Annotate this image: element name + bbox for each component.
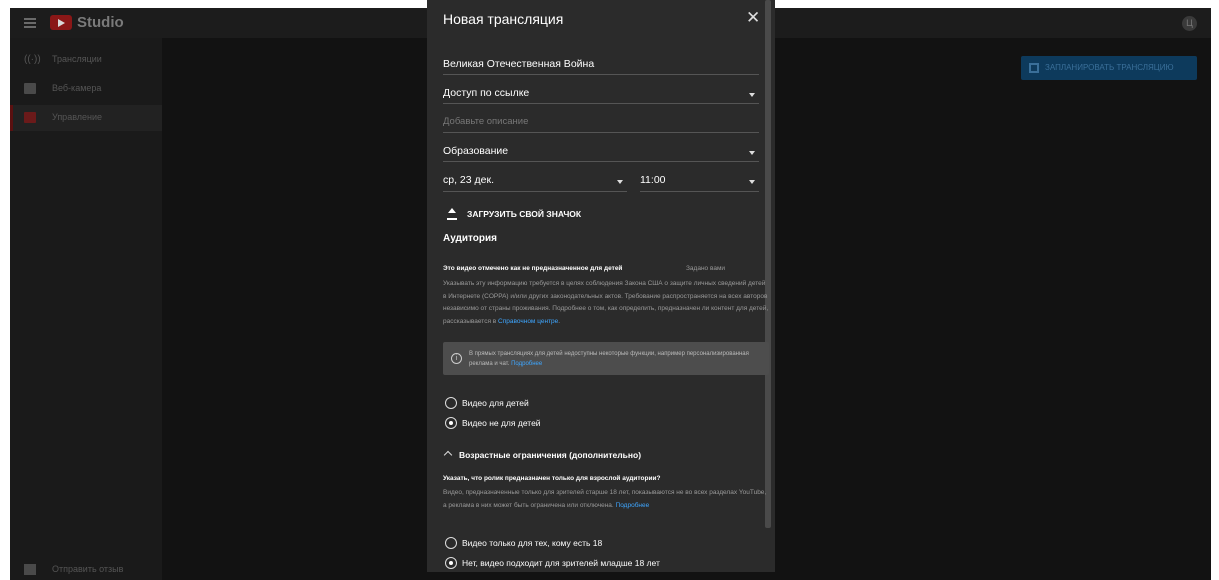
description-field[interactable]: Добавьте описание bbox=[443, 116, 759, 133]
title-field[interactable]: Великая Отечественная Война bbox=[443, 58, 759, 75]
upload-thumbnail-button[interactable]: ЗАГРУЗИТЬ СВОЙ ЗНАЧОК bbox=[447, 207, 587, 223]
radio-circle bbox=[445, 397, 457, 409]
studio-logo-text[interactable]: Studio bbox=[77, 14, 124, 31]
help-center-link[interactable]: Справочном центре bbox=[498, 318, 558, 325]
age-paragraph: Видео, предназначенные только для зрител… bbox=[443, 487, 769, 512]
description-placeholder: Добавьте описание bbox=[443, 116, 529, 127]
calendar-icon bbox=[24, 112, 36, 123]
radio-under-18-label: Нет, видео подходит для зрителей младше … bbox=[462, 558, 660, 568]
schedule-button-label: ЗАПЛАНИРОВАТЬ ТРАНСЛЯЦИЮ bbox=[1045, 63, 1174, 72]
radio-not-for-kids[interactable]: Видео не для детей bbox=[445, 417, 665, 431]
kids-notice: i В прямых трансляциях для детей недосту… bbox=[443, 342, 769, 375]
age-restriction-label: Возрастные ограничения (дополнительно) bbox=[459, 450, 642, 460]
audience-set-by: Задано вами bbox=[686, 265, 726, 272]
sidebar-item-broadcasts[interactable]: ((·)) Трансляции bbox=[10, 47, 162, 73]
radio-for-kids-label: Видео для детей bbox=[462, 398, 529, 408]
radio-circle bbox=[445, 537, 457, 549]
category-value: Образование bbox=[443, 145, 509, 157]
radio-under-18[interactable]: Нет, видео подходит для зрителей младше … bbox=[445, 557, 665, 571]
youtube-logo-icon[interactable] bbox=[50, 15, 72, 30]
radio-circle bbox=[445, 417, 457, 429]
menu-icon[interactable] bbox=[24, 18, 36, 28]
radio-not-for-kids-label: Видео не для детей bbox=[462, 418, 541, 428]
sidebar: ((·)) Трансляции Веб-камера Управление О… bbox=[10, 38, 162, 580]
chevron-down-icon bbox=[617, 180, 623, 184]
radio-18-only[interactable]: Видео только для тех, кому есть 18 bbox=[445, 537, 665, 551]
sidebar-item-label: Веб-камера bbox=[52, 83, 102, 93]
date-select[interactable]: ср, 23 дек. bbox=[443, 174, 627, 192]
sidebar-item-manage[interactable]: Управление bbox=[10, 105, 162, 131]
chevron-down-icon bbox=[749, 151, 755, 155]
upload-icon bbox=[447, 208, 457, 220]
age-paragraph-text: Видео, предназначенные только для зрител… bbox=[443, 489, 767, 509]
dialog-title: Новая трансляция bbox=[443, 11, 564, 27]
radio-18-only-label: Видео только для тех, кому есть 18 bbox=[462, 538, 603, 548]
avatar[interactable]: Ц bbox=[1182, 16, 1197, 31]
radio-circle bbox=[445, 557, 457, 569]
sidebar-item-label: Отправить отзыв bbox=[52, 564, 124, 574]
audience-heading: Аудитория bbox=[443, 233, 497, 244]
time-value: 11:00 bbox=[640, 174, 666, 186]
audience-paragraph-text: Указывать эту информацию требуется в цел… bbox=[443, 280, 769, 325]
info-icon: i bbox=[451, 353, 462, 364]
sidebar-item-webcam[interactable]: Веб-камера bbox=[10, 76, 162, 102]
age-restriction-toggle[interactable]: Возрастные ограничения (дополнительно) bbox=[443, 449, 683, 463]
feedback-icon bbox=[24, 564, 36, 575]
chevron-down-icon bbox=[749, 93, 755, 97]
radio-for-kids[interactable]: Видео для детей bbox=[445, 397, 665, 411]
age-more-link[interactable]: Подробнее bbox=[616, 502, 650, 509]
notice-more-link[interactable]: Подробнее bbox=[511, 361, 542, 367]
date-value: ср, 23 дек. bbox=[443, 174, 494, 186]
calendar-icon bbox=[1029, 63, 1039, 73]
sidebar-item-label: Трансляции bbox=[52, 54, 102, 64]
category-select[interactable]: Образование bbox=[443, 145, 759, 162]
visibility-value: Доступ по ссылке bbox=[443, 87, 530, 99]
audience-status: Это видео отмечено как не предназначенно… bbox=[443, 265, 623, 272]
audience-paragraph: Указывать эту информацию требуется в цел… bbox=[443, 278, 769, 328]
kids-notice-text: В прямых трансляциях для детей недоступн… bbox=[469, 349, 764, 369]
upload-thumbnail-label: ЗАГРУЗИТЬ СВОЙ ЗНАЧОК bbox=[467, 209, 582, 219]
close-icon[interactable]: ✕ bbox=[746, 8, 760, 28]
time-select[interactable]: 11:00 bbox=[640, 174, 759, 192]
visibility-select[interactable]: Доступ по ссылке bbox=[443, 87, 759, 104]
sidebar-item-feedback[interactable]: Отправить отзыв bbox=[10, 557, 162, 580]
broadcast-icon: ((·)) bbox=[24, 54, 41, 65]
chevron-up-icon bbox=[443, 450, 453, 460]
schedule-stream-button[interactable]: ЗАПЛАНИРОВАТЬ ТРАНСЛЯЦИЮ bbox=[1021, 56, 1197, 80]
sidebar-item-label: Управление bbox=[52, 112, 103, 122]
camera-icon bbox=[24, 83, 36, 94]
chevron-down-icon bbox=[749, 180, 755, 184]
age-question: Указать, что ролик предназначен только д… bbox=[443, 475, 661, 482]
title-value: Великая Отечественная Война bbox=[443, 58, 595, 70]
dialog-scrollbar[interactable] bbox=[765, 0, 771, 528]
audience-paragraph-end: . bbox=[558, 317, 561, 325]
